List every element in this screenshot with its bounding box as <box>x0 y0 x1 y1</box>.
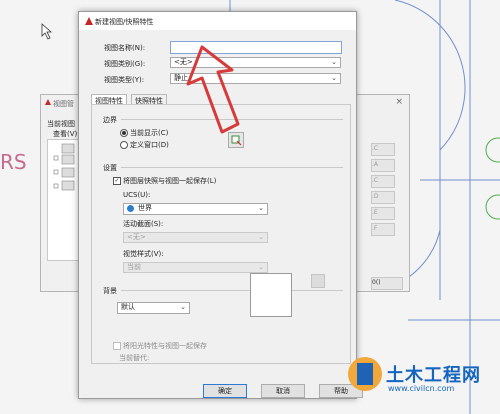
chevron-down-icon: ⌄ <box>258 233 264 241</box>
view-menu-label: 查看(V) <box>53 130 78 138</box>
ucs-select[interactable]: 世界 ⌄ <box>123 203 268 215</box>
define-window-label: 定义窗口(D) <box>130 141 169 149</box>
background-preview <box>250 273 292 317</box>
bg-button-1[interactable]: .C <box>371 143 395 156</box>
cancel-button[interactable]: 取消 <box>261 384 305 398</box>
view-name-label: 视图名称(N): <box>104 44 146 52</box>
save-sun-label: 将阳光特性与视图一起保存 <box>123 342 207 350</box>
watermark-logo-mark <box>357 363 373 385</box>
app-icon <box>45 99 51 105</box>
bg-dialog-title: 视图管 <box>53 100 74 108</box>
current-view-label: 当前视图 <box>47 120 75 128</box>
bg-button-6[interactable]: .F <box>371 223 395 236</box>
visual-style-select[interactable]: 当前 ⌄ <box>123 262 268 273</box>
annotation-arrow <box>186 45 240 134</box>
ucs-value: 世界 <box>138 204 152 212</box>
bg-close-icon[interactable]: × <box>395 97 403 107</box>
chevron-down-icon: ⌄ <box>258 263 264 271</box>
save-layer-snapshot-label: 将图层快照与视图一起保存(L) <box>123 177 217 185</box>
background-value: 默认 <box>121 303 135 311</box>
group-divider <box>121 290 343 291</box>
save-layer-snapshot-checkbox[interactable]: ✓ <box>113 177 121 185</box>
view-type-label: 视图类型(Y): <box>104 76 145 84</box>
view-category-label: 视图类别(G): <box>104 60 146 68</box>
background-browse-button[interactable] <box>311 274 325 288</box>
bg-button-5[interactable]: .E <box>371 207 395 220</box>
visual-style-label: 视觉样式(V): <box>123 250 164 258</box>
save-sun-checkbox[interactable] <box>113 342 121 350</box>
current-display-radio[interactable] <box>120 129 128 137</box>
dialog-title: 新建视图/快照特性 <box>95 18 154 26</box>
globe-icon <box>127 205 134 212</box>
live-section-select[interactable]: <无> ⌄ <box>123 232 268 243</box>
chevron-down-icon: ⌄ <box>258 204 264 212</box>
define-window-radio[interactable] <box>120 141 128 149</box>
dialog-titlebar: 新建视图/快照特性 <box>79 12 356 30</box>
background-select[interactable]: 默认 ⌄ <box>117 302 190 314</box>
background-text: RS <box>0 150 27 174</box>
ucs-label: UCS(U): <box>123 191 151 199</box>
live-section-label: 活动截面(S): <box>123 220 164 228</box>
bg-button-2[interactable]: .A <box>371 159 395 172</box>
autocad-icon <box>85 17 93 25</box>
bg-button-4[interactable]: .D <box>371 191 395 204</box>
bg-ok-button[interactable]: 0() <box>371 277 403 290</box>
boundary-title: 边界 <box>103 116 117 124</box>
ok-button[interactable]: 确定 <box>203 384 247 398</box>
chevron-down-icon: ⌄ <box>331 58 337 66</box>
chevron-down-icon: ⌄ <box>331 74 337 82</box>
current-override-label: 当前替代: <box>119 354 150 362</box>
tree-icons <box>53 143 75 191</box>
group-divider <box>121 167 343 168</box>
watermark-url: www.civilcn.com <box>388 384 455 393</box>
visual-style-value: 当前 <box>127 263 141 271</box>
settings-title: 设置 <box>103 164 117 172</box>
background-title: 背景 <box>103 287 117 295</box>
live-section-value: <无> <box>127 233 146 241</box>
view-tree[interactable] <box>47 139 79 261</box>
current-display-label: 当前显示(C) <box>130 129 169 137</box>
mouse-cursor-icon <box>41 23 53 40</box>
chevron-down-icon: ⌄ <box>180 303 186 311</box>
bg-button-3[interactable]: .C <box>371 175 395 188</box>
